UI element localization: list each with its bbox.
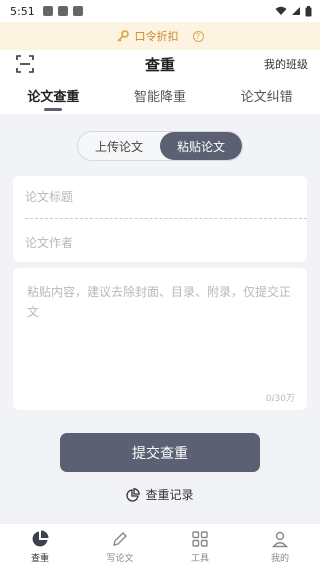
nav-tools[interactable]: 工具 <box>160 524 240 569</box>
mode-segmented-control: 上传论文 粘贴论文 <box>77 131 243 161</box>
promo-label: 口令折扣 <box>134 30 179 43</box>
notification-icon <box>42 6 53 16</box>
submit-check-button[interactable]: 提交查重 <box>60 433 260 472</box>
nav-tools-label: 工具 <box>190 554 209 564</box>
my-class-link[interactable]: 我的班级 <box>264 56 308 72</box>
grid-icon <box>192 531 208 547</box>
tab-plagiarism-check[interactable]: 论文查重 <box>0 78 107 114</box>
pen-icon <box>113 532 127 546</box>
check-records-link[interactable]: 查重记录 <box>0 486 320 503</box>
paper-info-card: 论文标题 论文作者 <box>13 176 307 262</box>
signal-icon <box>292 7 300 15</box>
app-header: 查重 我的班级 <box>0 50 320 78</box>
wifi-icon <box>275 6 287 15</box>
promo-banner[interactable]: 口令折扣 ? <box>0 22 320 50</box>
bottom-nav: 查重 写论文 工具 我的 <box>0 523 320 569</box>
tab-error-correction[interactable]: 论文纠错 <box>213 78 320 114</box>
paper-title-input[interactable]: 论文标题 <box>25 188 73 205</box>
notification-icon <box>72 6 83 16</box>
content-placeholder: 粘贴内容，建议去除封面、目录、附录，仅提交正文 <box>27 285 292 319</box>
status-time: 5:51 <box>10 4 35 18</box>
nav-check[interactable]: 查重 <box>0 524 80 569</box>
nav-profile[interactable]: 我的 <box>240 524 320 569</box>
nav-write-paper[interactable]: 写论文 <box>80 524 160 569</box>
help-icon[interactable]: ? <box>192 30 204 42</box>
tab-smart-rewrite[interactable]: 智能降重 <box>107 78 214 114</box>
nav-check-label: 查重 <box>30 554 49 564</box>
nav-write-paper-label: 写论文 <box>106 554 134 564</box>
paper-author-input[interactable]: 论文作者 <box>25 234 73 251</box>
battery-icon <box>305 5 312 16</box>
status-bar: 5:51 <box>0 0 320 22</box>
paste-paper-option[interactable]: 粘贴论文 <box>160 132 242 160</box>
char-count: 0/30万 <box>265 394 295 404</box>
divider <box>25 218 307 219</box>
user-icon <box>271 531 289 548</box>
pie-chart-icon <box>126 487 141 502</box>
key-icon <box>116 30 129 42</box>
pie-chart-icon <box>32 530 49 547</box>
notification-icon <box>57 6 68 16</box>
check-records-label: 查重记录 <box>145 488 194 502</box>
nav-profile-label: 我的 <box>270 554 289 564</box>
content-textarea[interactable]: 粘贴内容，建议去除封面、目录、附录，仅提交正文 0/30万 <box>13 268 307 410</box>
upload-paper-option[interactable]: 上传论文 <box>78 132 160 160</box>
tab-bar: 论文查重 智能降重 论文纠错 <box>0 78 320 114</box>
